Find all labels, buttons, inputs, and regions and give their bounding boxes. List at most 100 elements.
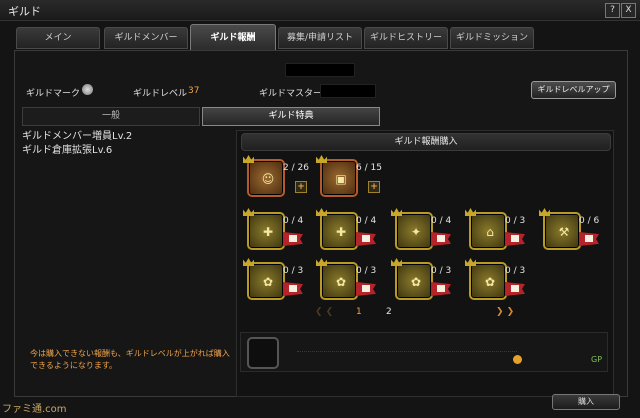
reward-slot[interactable]: ✚	[320, 212, 358, 250]
perk-item: ギルドメンバー増員Lv.2	[22, 131, 133, 142]
reward-slot[interactable]: ▣	[320, 159, 358, 197]
crown-icon	[316, 258, 327, 266]
page-number[interactable]: 1	[356, 307, 362, 317]
reward-count: 0 / 3	[431, 266, 452, 276]
reward-slot[interactable]: ✿	[320, 262, 358, 300]
crown-icon	[243, 208, 254, 216]
quantity-track[interactable]	[297, 351, 517, 353]
guild-name-redacted	[285, 63, 355, 77]
hammer-reward[interactable]: ⚒ 0 / 6	[539, 208, 605, 252]
crown-icon	[243, 258, 254, 266]
book-flag-icon	[431, 282, 451, 296]
book-flag-icon	[356, 282, 376, 296]
reward-count: 0 / 6	[579, 216, 600, 226]
building-icon: ⌂	[486, 225, 494, 239]
add-icon[interactable]: +	[368, 181, 380, 193]
leaf-icon: ✿	[262, 275, 274, 289]
perk-item: ギルド倉庫拡張Lv.6	[22, 145, 113, 156]
hammer-icon: ⚒	[558, 225, 570, 239]
tab-missions[interactable]: ギルドミッション	[450, 27, 534, 49]
member-slot-reward[interactable]: ☺ 2 / 26 +	[243, 155, 309, 199]
reward-slot[interactable]: ⌂	[469, 212, 507, 250]
page-number[interactable]: 2	[386, 307, 392, 317]
reward-slot[interactable]: ⚒	[543, 212, 581, 250]
reward-slot[interactable]: ☺	[247, 159, 285, 197]
reward-count: 0 / 4	[431, 216, 452, 226]
tab-bar: メイン ギルドメンバー ギルド報酬 募集/申請リスト ギルドヒストリー ギルドミ…	[14, 24, 626, 51]
window-title: ギルド	[8, 5, 41, 18]
crown-icon	[539, 208, 550, 216]
book-flag-icon	[283, 282, 303, 296]
leaf-reward-4[interactable]: ✿ 0 / 3	[465, 258, 531, 302]
buy-button[interactable]: 購入	[552, 394, 620, 410]
exp-icon: ✚	[335, 225, 347, 239]
reward-count: 0 / 3	[356, 266, 377, 276]
crown-icon	[391, 258, 402, 266]
reward-count: 6 / 15	[356, 163, 382, 173]
purchase-bar: GP	[240, 332, 608, 372]
leaf-reward-2[interactable]: ✿ 0 / 3	[316, 258, 382, 302]
exp-reward-2[interactable]: ✚ 0 / 4	[316, 208, 382, 252]
tab-history[interactable]: ギルドヒストリー	[364, 27, 448, 49]
box-icon: ▣	[335, 172, 347, 186]
book-flag-icon	[505, 282, 525, 296]
crown-icon	[465, 258, 476, 266]
subtab-guild-perks[interactable]: ギルド特典	[202, 107, 380, 126]
user-plus-icon: ☺	[261, 172, 275, 186]
leaf-icon: ✿	[335, 275, 347, 289]
reward-slot[interactable]: ✿	[395, 262, 433, 300]
building-reward[interactable]: ⌂ 0 / 3	[465, 208, 531, 252]
leaf-reward[interactable]: ✿ 0 / 3	[243, 258, 309, 302]
leaf-icon: ✿	[410, 275, 422, 289]
info-note: 今は購入できない報酬も、ギルドレベルが上がれば購入できるようになります。	[30, 349, 230, 370]
close-button[interactable]: X	[621, 3, 636, 18]
currency-label: GP	[591, 355, 603, 364]
guild-mark-label: ギルドマーク	[26, 89, 81, 99]
crown-icon	[391, 208, 402, 216]
reward-slot[interactable]: ✚	[247, 212, 285, 250]
selected-item-slot[interactable]	[247, 337, 279, 369]
guild-level-label: ギルドレベル	[133, 89, 188, 99]
crown-icon	[316, 208, 327, 216]
reward-count: 2 / 26	[283, 163, 309, 173]
reward-slot[interactable]: ✿	[247, 262, 285, 300]
tab-main[interactable]: メイン	[16, 27, 100, 49]
tab-rewards[interactable]: ギルド報酬	[190, 24, 276, 51]
prev-page-arrow[interactable]: ❮ ❮	[315, 307, 333, 317]
add-icon[interactable]: +	[295, 181, 307, 193]
title-bar: ギルド ? X	[0, 0, 640, 21]
book-flag-icon	[431, 232, 451, 246]
crown-icon	[316, 155, 327, 163]
exp-reward-1[interactable]: ✚ 0 / 4	[243, 208, 309, 252]
reward-slot[interactable]: ✦	[395, 212, 433, 250]
gp-coin-icon	[513, 355, 522, 364]
watermark: ファミ通.com	[2, 404, 67, 415]
reward-count: 0 / 3	[505, 216, 526, 226]
help-button[interactable]: ?	[605, 3, 620, 18]
reward-count: 0 / 3	[283, 266, 304, 276]
leaf-icon: ✿	[484, 275, 496, 289]
guild-master-label: ギルドマスター	[259, 89, 323, 99]
guild-level-value: 37	[188, 86, 200, 96]
reward-slot[interactable]: ✿	[469, 262, 507, 300]
leaf-reward-3[interactable]: ✿ 0 / 3	[391, 258, 457, 302]
tab-recruitment[interactable]: 募集/申請リスト	[278, 27, 362, 49]
tab-members[interactable]: ギルドメンバー	[104, 27, 188, 49]
exp-icon: ✚	[262, 225, 274, 239]
crown-icon	[465, 208, 476, 216]
guild-level-up-button[interactable]: ギルドレベルアップ	[531, 81, 616, 99]
warehouse-reward[interactable]: ▣ 6 / 15 +	[316, 155, 382, 199]
reward-purchase-header: ギルド報酬購入	[241, 133, 611, 151]
reward-count: 0 / 4	[356, 216, 377, 226]
book-flag-icon	[505, 232, 525, 246]
reward-count: 0 / 3	[505, 266, 526, 276]
subtab-general[interactable]: 一般	[22, 107, 200, 126]
next-page-arrow[interactable]: ❯ ❯	[496, 307, 514, 317]
book-flag-icon	[356, 232, 376, 246]
book-flag-icon	[283, 232, 303, 246]
sparkle-reward[interactable]: ✦ 0 / 4	[391, 208, 457, 252]
guild-mark-icon	[82, 84, 93, 95]
sparkle-icon: ✦	[410, 225, 422, 239]
crown-icon	[243, 155, 254, 163]
book-flag-icon	[579, 232, 599, 246]
